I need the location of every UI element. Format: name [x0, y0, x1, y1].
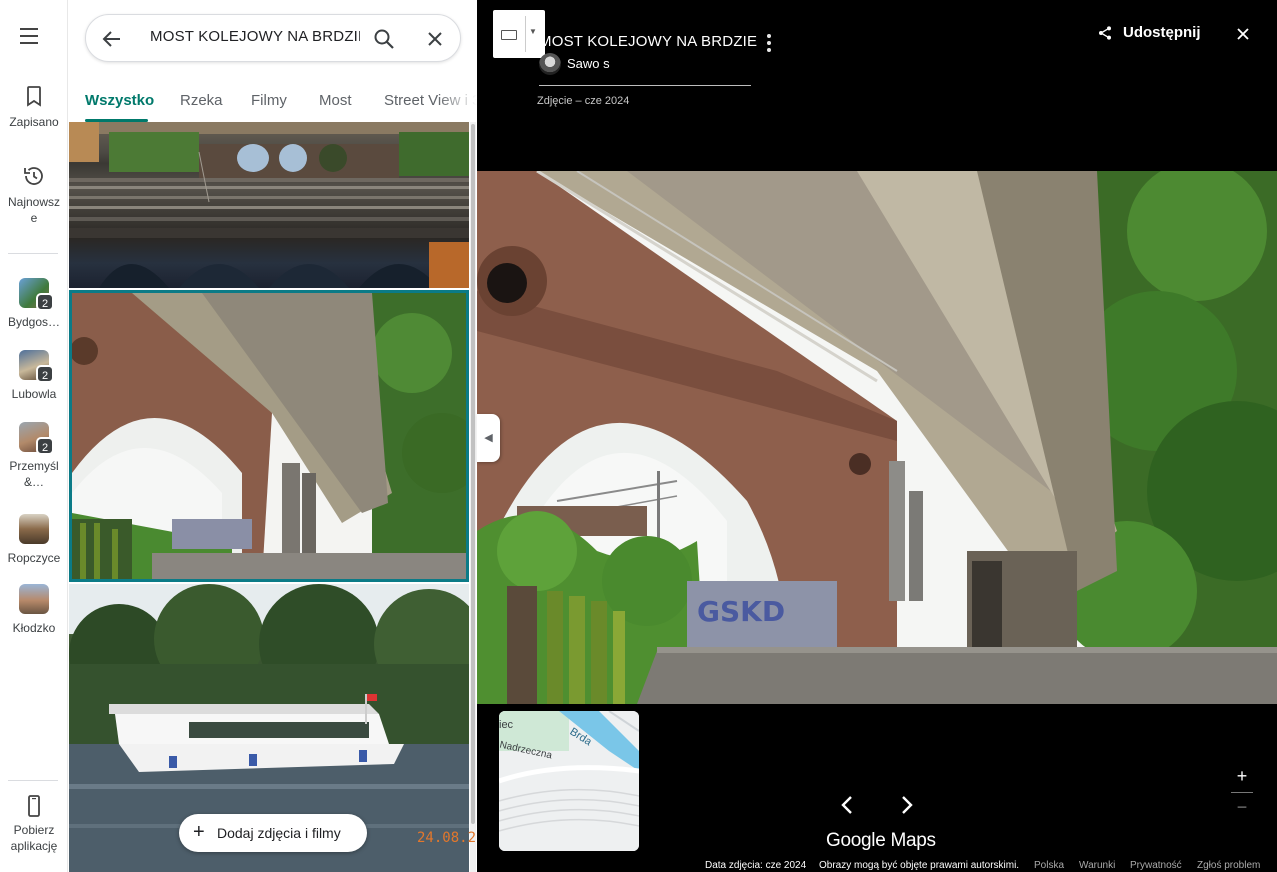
photo-list-scrollbar[interactable]	[470, 122, 476, 872]
share-label: Udostępnij	[1123, 24, 1201, 41]
bridge-arch-thumb-image	[72, 293, 466, 579]
recent-place-label: Przemyśl &…	[9, 459, 59, 489]
photo-count-badge: 2	[36, 293, 54, 311]
left-rail: Zapisano Najnowsze 2 Bydgos… 2 Lubowla 2…	[0, 0, 68, 872]
rail-divider	[8, 253, 58, 254]
history-icon	[24, 167, 43, 185]
previous-photo-icon[interactable]	[837, 794, 857, 816]
recent-place-label: Kłodzko	[12, 621, 56, 635]
next-photo-icon[interactable]	[897, 794, 917, 816]
get-app-label: Pobierz aplikację	[10, 823, 58, 853]
aerial-bridge-image	[69, 122, 469, 288]
get-app-button[interactable]: Pobierz aplikację	[0, 794, 68, 854]
bridge-arch-main-image: GSKD	[477, 171, 1277, 704]
recent-label: Najnowsze	[7, 195, 61, 225]
menu-icon[interactable]	[20, 28, 46, 48]
viewer-footer: Data zdjęcia: cze 2024 Obrazy mogą być o…	[477, 860, 1277, 872]
share-button[interactable]: Udostępnij	[1097, 24, 1201, 41]
place-thumbnail: 2	[19, 278, 54, 311]
recent-place-klodzko[interactable]: Kłodzko	[0, 584, 68, 636]
tab-rzeka[interactable]: Rzeka	[180, 92, 223, 109]
photo-viewer: ▼ MOST KOLEJOWY NA BRDZIE Sawo s Zdjęcie…	[477, 0, 1277, 872]
search-icon[interactable]	[372, 27, 396, 51]
zoom-out-button[interactable]: −	[1229, 797, 1255, 818]
tabs-fade	[437, 88, 477, 122]
saved-button[interactable]: Zapisano	[0, 84, 68, 130]
footer-privacy-link[interactable]: Prywatność	[1130, 860, 1182, 871]
mini-map[interactable]: iec Brda Nadrzeczna	[499, 711, 639, 851]
add-photos-label: Dodaj zdjęcia i filmy	[217, 825, 341, 841]
minimap-label-place: iec	[499, 719, 514, 731]
search-input[interactable]	[150, 28, 360, 45]
google-maps-logo: Google Maps	[826, 830, 936, 851]
rail-divider	[8, 780, 58, 781]
recent-place-label: Lubowla	[11, 387, 57, 401]
back-arrow-icon[interactable]	[100, 27, 124, 51]
main-photo[interactable]: GSKD	[477, 171, 1277, 704]
phone-icon	[28, 795, 40, 817]
button-divider	[525, 16, 526, 52]
svg-text:GSKD: GSKD	[697, 595, 785, 628]
keyboard-icon	[501, 30, 517, 40]
place-thumbnail	[19, 514, 49, 544]
side-panel: Wszystko Rzeka Filmy Most Street View i …	[69, 0, 477, 872]
photo-count-badge: 2	[36, 437, 54, 455]
place-thumbnail	[19, 584, 49, 614]
photo-title: MOST KOLEJOWY NA BRDZIE	[539, 33, 758, 50]
tab-wszystko[interactable]: Wszystko	[85, 92, 154, 109]
share-icon	[1099, 26, 1111, 40]
bookmark-icon	[27, 86, 41, 107]
recent-place-przemysl[interactable]: 2 Przemyśl &…	[0, 422, 68, 490]
footer-copyright: Obrazy mogą być objęte prawami autorskim…	[819, 860, 1020, 871]
chevron-left-icon: ◀	[484, 432, 493, 444]
search-box	[85, 14, 461, 62]
dropdown-arrow-icon: ▼	[529, 27, 537, 36]
zoom-in-button[interactable]: +	[1229, 766, 1255, 790]
author-name[interactable]: Sawo s	[567, 56, 610, 71]
footer-country[interactable]: Polska	[1034, 860, 1064, 871]
photo-thumbnail-aerial[interactable]	[69, 122, 469, 288]
plus-icon: +	[193, 821, 205, 843]
footer-photo-date: Data zdjęcia: cze 2024	[705, 860, 807, 871]
keyboard-shortcuts-button[interactable]: ▼	[493, 10, 545, 58]
footer-report-link[interactable]: Zgłoś problem	[1197, 860, 1260, 871]
author-avatar[interactable]	[539, 53, 561, 75]
footer-terms-link[interactable]: Warunki	[1079, 860, 1115, 871]
photo-date-stamp: 24.08.2	[417, 830, 477, 846]
zoom-divider	[1231, 792, 1253, 793]
photo-count-badge: 2	[36, 365, 54, 383]
scrollbar-thumb[interactable]	[471, 124, 475, 824]
recent-button[interactable]: Najnowsze	[0, 164, 68, 226]
photo-category-tabs: Wszystko Rzeka Filmy Most Street View i …	[69, 88, 477, 122]
tab-most[interactable]: Most	[319, 92, 352, 109]
recent-place-label: Bydgos…	[7, 315, 61, 329]
recent-place-bydgoszcz[interactable]: 2 Bydgos…	[0, 278, 68, 330]
photo-date: Zdjęcie – cze 2024	[537, 95, 630, 107]
recent-place-lubowla[interactable]: 2 Lubowla	[0, 350, 68, 402]
photo-thumbnail-selected[interactable]	[69, 290, 469, 582]
saved-label: Zapisano	[9, 115, 59, 129]
zoom-controls: + −	[1229, 766, 1255, 818]
tab-filmy[interactable]: Filmy	[251, 92, 287, 109]
more-options-icon[interactable]	[767, 34, 771, 55]
close-icon[interactable]	[423, 27, 447, 51]
collapse-panel-button[interactable]: ◀	[477, 414, 500, 462]
recent-place-label: Ropczyce	[7, 551, 61, 565]
add-photos-button[interactable]: + Dodaj zdjęcia i filmy	[179, 814, 367, 852]
place-thumbnail: 2	[19, 350, 54, 383]
header-divider	[539, 85, 751, 86]
recent-place-ropczyce[interactable]: Ropczyce	[0, 514, 68, 566]
place-thumbnail: 2	[19, 422, 54, 455]
close-viewer-icon[interactable]	[1233, 24, 1253, 44]
